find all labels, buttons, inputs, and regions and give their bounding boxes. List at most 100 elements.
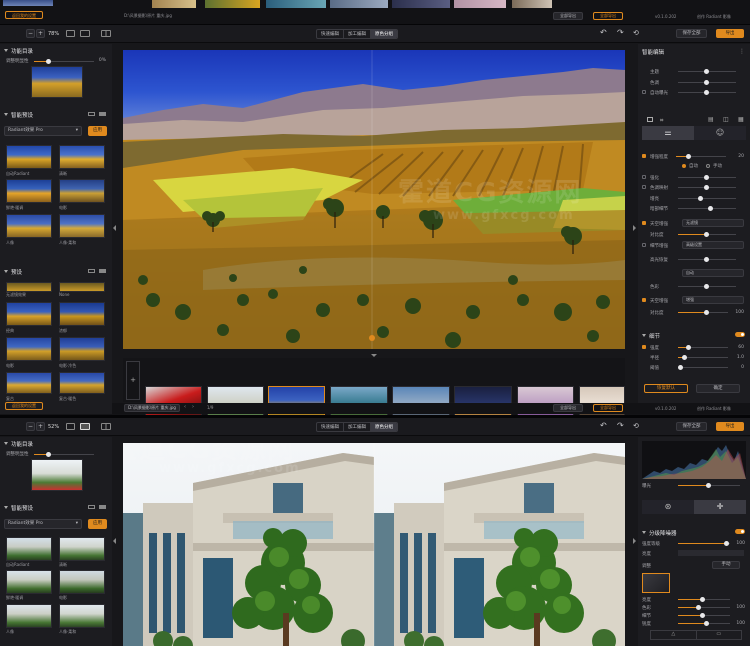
row-2-checkbox[interactable] bbox=[642, 185, 646, 189]
lut-thumb-8[interactable] bbox=[59, 372, 105, 394]
row-11-slider[interactable] bbox=[678, 310, 728, 315]
row-2-slider[interactable] bbox=[678, 185, 736, 190]
redo-icon[interactable]: ↷ bbox=[617, 29, 624, 37]
bottom-zoom-in-button[interactable]: + bbox=[36, 422, 45, 431]
mini-row-4-slider[interactable] bbox=[678, 621, 730, 626]
lut-thumb-7[interactable] bbox=[6, 372, 52, 394]
preset-thumb-3[interactable] bbox=[6, 179, 52, 203]
row-1-checkbox[interactable] bbox=[642, 175, 646, 179]
detail-toggle[interactable] bbox=[735, 332, 745, 337]
image-tool-icon[interactable] bbox=[647, 117, 653, 122]
intensity-slider[interactable] bbox=[676, 154, 726, 159]
view-split-icon[interactable] bbox=[80, 30, 90, 37]
smart-presets-header[interactable]: 智能预设 bbox=[4, 111, 33, 119]
strip-export-button[interactable]: 全部导出 bbox=[553, 12, 583, 20]
right-panel-menu-icon[interactable]: ⋮ bbox=[739, 48, 745, 55]
histogram-exposure-slider[interactable] bbox=[678, 483, 740, 488]
dropdown-2[interactable]: 高级设置 bbox=[682, 241, 744, 249]
adjust-tab[interactable]: ⚌ bbox=[642, 126, 694, 140]
row-3-slider[interactable] bbox=[678, 196, 736, 201]
radio-auto[interactable] bbox=[682, 164, 686, 168]
mini-row-3-slider[interactable] bbox=[678, 613, 730, 618]
detail-row-1-slider[interactable] bbox=[678, 345, 728, 350]
bottom-view-compare-icon[interactable] bbox=[101, 423, 111, 430]
presets-list-icon[interactable] bbox=[99, 112, 106, 116]
back-to-settings-button[interactable]: 返回我的设置 bbox=[5, 402, 43, 410]
preset-thumb-4[interactable] bbox=[59, 179, 105, 203]
preset-thumb-5[interactable] bbox=[6, 214, 52, 238]
bottom-zoom-level[interactable]: 52% bbox=[48, 424, 59, 430]
denoise-header[interactable]: 分级降噪器 bbox=[642, 529, 677, 537]
mode-switcher[interactable]: 快速编辑 加工编辑 原色分组 bbox=[316, 29, 398, 39]
bottom-view-single-icon[interactable] bbox=[66, 423, 75, 430]
color-mode-tab[interactable]: ⊛ bbox=[642, 500, 694, 514]
bottom-view-split-icon[interactable] bbox=[80, 423, 90, 430]
status-path[interactable]: D:\风景摄影\原片 重庆.jpg bbox=[124, 404, 180, 412]
segment-a-icon[interactable]: △ bbox=[651, 631, 697, 639]
prev-photo-icon[interactable]: ‹ bbox=[184, 404, 186, 410]
auto-exposure-checkbox[interactable] bbox=[642, 90, 646, 94]
bottom-canvas[interactable]: 霍道CG资源网 www.gfxcg.com bbox=[123, 443, 625, 646]
row-9-slider[interactable] bbox=[678, 284, 736, 289]
strip-back-button[interactable]: 返回我的设置 bbox=[5, 11, 43, 19]
intensity-checkbox[interactable] bbox=[642, 154, 646, 158]
strip-export-all-button[interactable]: 全部导出 bbox=[593, 12, 623, 20]
bottom-mode-quick-tab[interactable]: 快速编辑 bbox=[317, 423, 344, 431]
view-compare-icon[interactable] bbox=[101, 30, 111, 37]
row-tone-slider[interactable] bbox=[678, 80, 736, 85]
bottom-redo-icon[interactable]: ↷ bbox=[617, 422, 624, 430]
mode-quick-tab[interactable]: 快速编辑 bbox=[317, 30, 344, 38]
row-8-slider[interactable] bbox=[678, 257, 736, 262]
right-collapse-icon[interactable] bbox=[633, 225, 636, 231]
dropdown-4[interactable]: 增强 bbox=[682, 296, 744, 304]
strip-thumb-1[interactable] bbox=[3, 0, 53, 6]
detail-row-1-checkbox[interactable] bbox=[642, 345, 646, 349]
bottom-save-all-button[interactable]: 保存全部 bbox=[676, 422, 707, 431]
filmstrip-toggle-icon[interactable] bbox=[371, 354, 377, 357]
lut-list-icon[interactable] bbox=[99, 269, 106, 273]
strip-thumb-3[interactable] bbox=[205, 0, 260, 8]
bottom-mode-edit-tab[interactable]: 加工编辑 bbox=[344, 423, 371, 431]
reset-default-button[interactable]: 恢复默认 bbox=[644, 384, 688, 393]
status-export-all-button[interactable]: 全部导出 bbox=[593, 404, 623, 412]
bottom-preset-thumb-5[interactable] bbox=[6, 604, 52, 628]
lut-thumb-4[interactable] bbox=[59, 302, 105, 326]
apply-preset-button[interactable]: 应用 bbox=[88, 126, 107, 136]
segment-b-icon[interactable]: ▭ bbox=[697, 631, 742, 639]
mode-group-tab[interactable]: 原色分组 bbox=[371, 30, 397, 38]
grid-tool-icon[interactable]: ▦ bbox=[738, 116, 744, 123]
crop-tool-icon[interactable]: ⌗ bbox=[660, 117, 663, 125]
dropdown-3[interactable]: 自动 bbox=[682, 269, 744, 277]
bottom-mode-switcher[interactable]: 快速编辑 加工编辑 原色分组 bbox=[316, 422, 398, 432]
auto-slider[interactable] bbox=[34, 59, 94, 64]
bottom-preset-thumb-1[interactable] bbox=[6, 537, 52, 561]
main-canvas[interactable]: 霍道CG资源网 www.gfxcg.com bbox=[123, 50, 625, 349]
denoise-row-2-bar[interactable] bbox=[678, 550, 744, 556]
preset-thumb-1[interactable] bbox=[6, 145, 52, 169]
mini-row-1-slider[interactable] bbox=[678, 597, 730, 602]
lut-thumb-1[interactable] bbox=[6, 282, 52, 292]
bottom-segment-bar[interactable]: △ ▭ bbox=[650, 630, 742, 640]
strip-thumb-6[interactable] bbox=[392, 0, 450, 8]
bottom-preset-thumb-4[interactable] bbox=[59, 570, 105, 594]
mask-tool-icon[interactable]: ◫ bbox=[723, 116, 729, 123]
bottom-mode-group-tab[interactable]: 原色分组 bbox=[371, 423, 397, 431]
layer-tool-icon[interactable]: ▤ bbox=[708, 116, 714, 123]
target-mode-tab[interactable]: ✛ bbox=[694, 500, 746, 514]
lut-grid-icon[interactable] bbox=[88, 269, 95, 273]
bottom-reset-icon[interactable]: ⟲ bbox=[633, 422, 639, 430]
bottom-smart-presets-header[interactable]: 智能预设 bbox=[4, 504, 33, 512]
strip-thumb-2[interactable] bbox=[152, 0, 196, 8]
strip-thumb-4[interactable] bbox=[266, 0, 326, 8]
view-single-icon[interactable] bbox=[66, 30, 75, 37]
lut-presets-header[interactable]: 预设 bbox=[4, 268, 22, 276]
export-button[interactable]: 导出 bbox=[716, 29, 744, 38]
presets-grid-icon[interactable] bbox=[88, 112, 95, 116]
bottom-functions-header[interactable]: 功能目录 bbox=[4, 440, 33, 448]
row-4-slider[interactable] bbox=[678, 206, 736, 211]
lut-thumb-3[interactable] bbox=[6, 302, 52, 326]
detail-row-3-slider[interactable] bbox=[678, 365, 728, 370]
row-1-slider[interactable] bbox=[678, 175, 736, 180]
bottom-apply-button[interactable]: 应用 bbox=[88, 519, 107, 529]
row-exposure-slider[interactable] bbox=[678, 90, 736, 95]
